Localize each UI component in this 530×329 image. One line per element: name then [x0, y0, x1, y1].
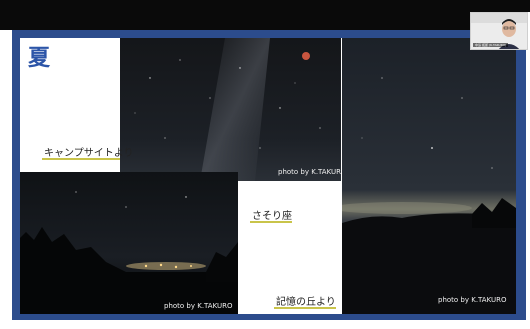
- caption-scorpius-underline: [250, 221, 292, 223]
- hill-night-photo: [342, 38, 516, 314]
- milky-way-photo: [120, 38, 341, 181]
- campsite-view-photo: [20, 172, 238, 314]
- top-letterbox: [0, 0, 530, 12]
- screen-share-stage: 夏 photo by K.TAKURO photo by K.TAKURO ph…: [0, 0, 530, 329]
- slide-title: 夏: [28, 45, 51, 71]
- photo-credit-right: photo by K.TAKURO: [438, 296, 507, 304]
- participant-video-thumbnail[interactable]: 中島 拓郎 (K.TAKURO): [470, 12, 528, 50]
- presentation-slide: 夏 photo by K.TAKURO photo by K.TAKURO ph…: [20, 38, 516, 314]
- caption-memory-hill-underline: [274, 307, 336, 309]
- caption-campsite-underline: [42, 158, 120, 160]
- top-black-band: [0, 12, 470, 30]
- photo-credit-bottom-left: photo by K.TAKURO: [164, 302, 233, 310]
- photo-credit-top: photo by K.TAKURO: [278, 168, 347, 176]
- participant-name-label: 中島 拓郎 (K.TAKURO): [473, 43, 509, 47]
